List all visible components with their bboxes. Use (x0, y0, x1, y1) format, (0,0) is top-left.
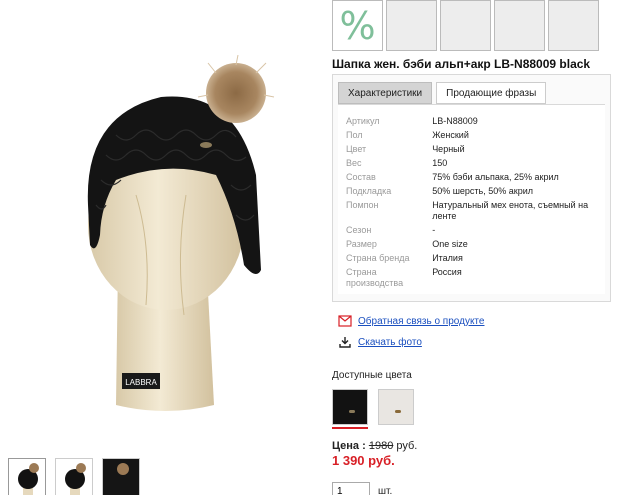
spec-row: Сезон - (346, 224, 605, 238)
spec-value: 75% бэби альпака, 25% акрил (432, 172, 559, 182)
product-links: Обратная связь о продукте Скачать фото (332, 312, 623, 351)
color-swatches (332, 389, 623, 429)
spec-key: Сезон (346, 225, 372, 235)
badge-slot (386, 0, 437, 51)
current-price: 1 390 руб. (332, 453, 395, 468)
thumbnail-1[interactable] (8, 458, 46, 495)
specs-table: Артикул LB-N88009 Пол Женский Цвет Черный Вес 1… (346, 115, 605, 291)
spec-key: Страна производства (346, 267, 404, 288)
thumbnail-3[interactable] (102, 458, 140, 495)
spec-value: Черный (432, 144, 465, 154)
thumbnail-strip (8, 458, 140, 495)
feedback-link[interactable]: Обратная связь о продукте (358, 316, 484, 327)
quantity-row: шт. (332, 482, 623, 495)
spec-value: Россия (432, 267, 462, 277)
spec-row: Артикул LB-N88009 (346, 115, 605, 129)
spec-row: Страна производства Россия (346, 266, 605, 291)
specs-tabs: Характеристики Продающие фразы Артикул LB… (332, 74, 611, 302)
spec-key: Артикул (346, 116, 380, 126)
price-block: Цена : 1980 руб. (332, 440, 623, 452)
spec-row: Цвет Черный (346, 143, 605, 157)
spec-value: Женский (432, 130, 469, 140)
badge-slot (494, 0, 545, 51)
spec-row: Страна бренда Италия (346, 252, 605, 266)
product-title: Шапка жен. бэби альп+акр LB-N88009 black (332, 57, 591, 71)
spec-row: Вес 150 (346, 157, 605, 171)
percent-icon: % (339, 3, 376, 48)
product-info-panel: % Шапка жен. бэби альп+акр LB-N88009 bla… (332, 0, 623, 495)
quantity-unit: шт. (378, 485, 393, 495)
spec-row: Состав 75% бэби альпака, 25% акрил (346, 171, 605, 185)
badge-slot (548, 0, 599, 51)
envelope-icon (338, 315, 352, 327)
discount-badge: % (332, 0, 383, 51)
spec-value: - (432, 225, 436, 235)
colors-label: Доступные цвета (332, 370, 412, 381)
spec-key: Вес (346, 158, 362, 168)
product-main-photo[interactable]: LABBRA (56, 54, 296, 425)
spec-row: Помпон Натуральный мех енота, съемный на … (346, 199, 605, 224)
spec-row: Подкладка 50% шерсть, 50% акрил (346, 185, 605, 199)
download-icon (339, 337, 351, 348)
thumbnail-2[interactable] (55, 458, 93, 495)
badge-slot (440, 0, 491, 51)
old-price-currency: руб. (396, 440, 418, 452)
spec-value: Италия (432, 253, 463, 263)
quantity-input[interactable] (332, 482, 370, 495)
old-price: 1980 (368, 440, 394, 452)
tab-characteristics[interactable]: Характеристики (338, 82, 433, 104)
specs-panel: Артикул LB-N88009 Пол Женский Цвет Черный Вес 1… (338, 104, 605, 294)
brand-label: LABBRA (125, 378, 157, 387)
spec-row: Размер One size (346, 238, 605, 252)
spec-key: Помпон (346, 200, 379, 210)
color-swatch-light[interactable] (378, 389, 414, 425)
spec-value: 50% шерсть, 50% акрил (432, 186, 533, 196)
spec-key: Состав (346, 172, 376, 182)
spec-row: Пол Женский (346, 129, 605, 143)
download-photo-link[interactable]: Скачать фото (358, 337, 422, 348)
spec-value: LB-N88009 (432, 116, 478, 126)
tab-selling-phrases[interactable]: Продающие фразы (436, 82, 547, 104)
spec-key: Цвет (346, 144, 367, 154)
spec-key: Подкладка (346, 186, 392, 196)
selected-swatch-indicator (332, 427, 368, 429)
spec-key: Страна бренда (346, 253, 410, 263)
color-swatch-black[interactable] (332, 389, 368, 425)
price-label: Цена : (332, 440, 366, 452)
spec-key: Пол (346, 130, 363, 140)
spec-value: Натуральный мех енота, съемный на ленте (432, 200, 589, 221)
spec-key: Размер (346, 239, 377, 249)
spec-value: One size (432, 239, 468, 249)
badge-row: % (332, 0, 623, 51)
spec-value: 150 (432, 158, 448, 168)
